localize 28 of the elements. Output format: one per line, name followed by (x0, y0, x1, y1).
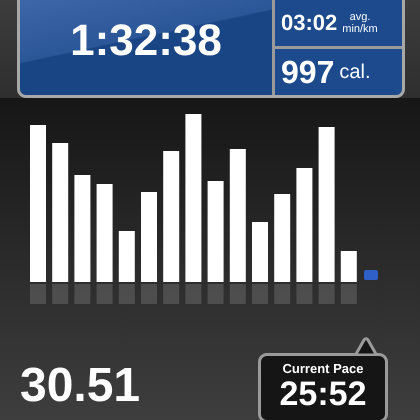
pace-label: avg. (350, 11, 370, 23)
bar-reflection (96, 284, 113, 304)
calories-value: 997 (281, 54, 334, 90)
bar-reflection (118, 284, 135, 304)
bar-reflection (30, 284, 46, 304)
bar-reflection (74, 284, 90, 304)
chart-bar (118, 231, 135, 282)
calories-unit: cal. (339, 60, 371, 84)
bar-reflection (274, 284, 290, 304)
current-pace-label: Current Pace (282, 361, 364, 376)
bar-reflection (230, 284, 246, 304)
bar-reflection (318, 284, 335, 304)
distance-value: 30.51 (20, 362, 140, 414)
current-pace-value: 25:52 (280, 376, 366, 412)
bar-reflection (296, 284, 312, 304)
duration-value: 1:32:38 (70, 16, 222, 66)
bar-reflection (340, 284, 357, 304)
pace-unit: min/km (342, 23, 378, 35)
bar-reflection (252, 284, 268, 304)
bar-reflection (208, 284, 224, 304)
chart-bar (252, 222, 268, 282)
bar-reflection (185, 284, 202, 304)
pace-value: 03:02 (281, 10, 338, 36)
bar-reflection (141, 284, 157, 304)
bar-reflection (52, 284, 68, 304)
current-bar-marker (364, 270, 378, 280)
bar-reflection (163, 284, 180, 304)
chart-bar (340, 251, 357, 282)
